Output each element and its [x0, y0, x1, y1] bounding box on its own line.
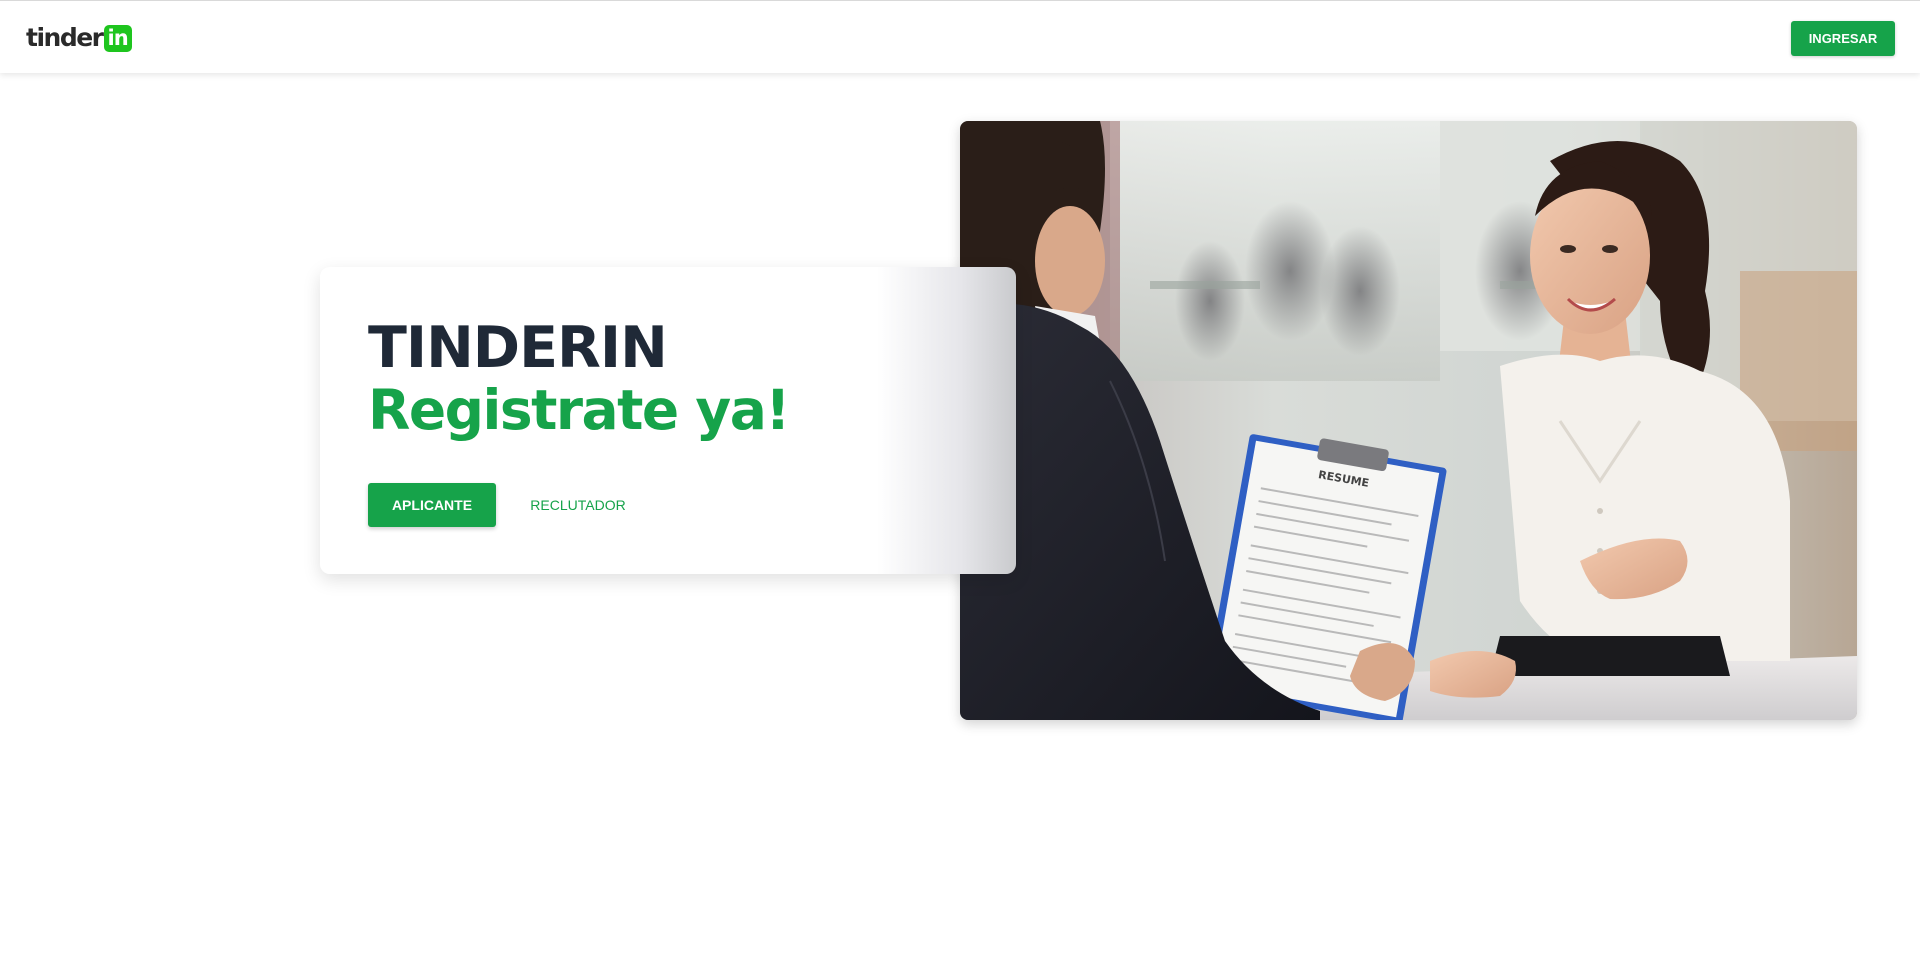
- page-subtitle: Registrate ya!: [368, 378, 790, 442]
- recruiter-button[interactable]: RECLUTADOR: [520, 483, 636, 527]
- interview-photo: RESUME: [960, 121, 1857, 720]
- login-button[interactable]: INGRESAR: [1791, 21, 1895, 56]
- hero-card: TINDERIN Registrate ya! APLICANTE RECLUT…: [320, 267, 1016, 574]
- logo-badge: in: [103, 24, 132, 52]
- top-navbar: tinder in INGRESAR: [0, 0, 1920, 73]
- brand-logo[interactable]: tinder in: [26, 23, 132, 53]
- page-title: TINDERIN: [368, 315, 668, 381]
- applicant-button[interactable]: APLICANTE: [368, 483, 496, 527]
- logo-wordmark: tinder: [26, 23, 104, 52]
